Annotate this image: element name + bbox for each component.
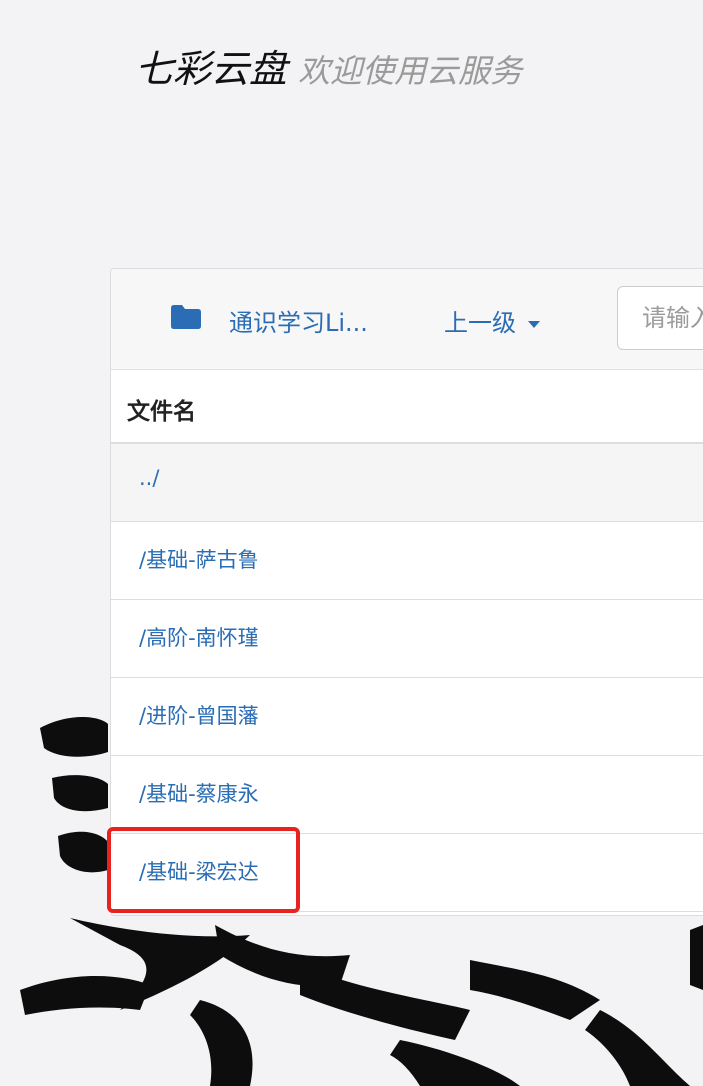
search-input[interactable] <box>617 286 703 350</box>
table-row: /基础-梁宏达 <box>111 834 703 912</box>
table-row: /基础-蔡康永 <box>111 756 703 834</box>
toolbar: 通识学习Li... 上一级 <box>111 269 703 370</box>
table-row: /基础-萨古鲁 <box>111 522 703 600</box>
folder-link[interactable]: /基础-蔡康永 <box>139 778 259 808</box>
file-browser-panel: 通识学习Li... 上一级 文件名 ../ /基础-萨古鲁 /高阶-南怀瑾 /进… <box>110 268 703 916</box>
parent-dir-link[interactable]: ../ <box>139 466 159 490</box>
table-row: /进阶-曾国藩 <box>111 678 703 756</box>
tagline: 欢迎使用云服务 <box>298 52 523 90</box>
folder-link[interactable]: /进阶-曾国藩 <box>139 700 259 730</box>
table-row: ../ <box>111 444 703 522</box>
up-level-label: 上一级 <box>444 309 516 337</box>
up-level-dropdown[interactable]: 上一级 <box>444 303 540 338</box>
brand-title[interactable]: 七彩云盘 <box>135 47 287 91</box>
current-folder-link[interactable]: 通识学习Li... <box>229 303 368 338</box>
folder-link[interactable]: /基础-梁宏达 <box>139 856 259 886</box>
folder-icon <box>171 305 201 333</box>
table-row: /高阶-南怀瑾 <box>111 600 703 678</box>
site-header: 七彩云盘 欢迎使用云服务 <box>135 38 522 93</box>
table-header: 文件名 <box>111 370 703 444</box>
folder-link[interactable]: /基础-萨古鲁 <box>139 544 259 574</box>
column-header-filename: 文件名 <box>127 399 196 425</box>
caret-down-icon <box>528 320 540 328</box>
folder-link[interactable]: /高阶-南怀瑾 <box>139 622 259 652</box>
